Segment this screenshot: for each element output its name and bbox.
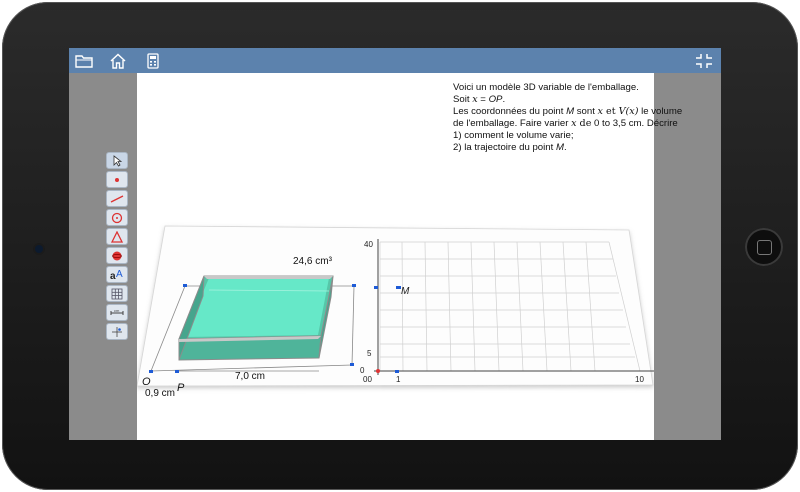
collapse-icon[interactable] (693, 51, 715, 70)
tool-palette: aA cm (106, 152, 128, 342)
scene-3d: 40 5 0 00 1 10 M 24,6 cm³ 7,0 cm O 0,9 c… (137, 225, 654, 399)
svg-text:A: A (116, 269, 123, 280)
polygon-tool-icon[interactable] (106, 228, 128, 245)
y-tick-0: 0 (360, 366, 365, 375)
app-screen: aA cm Voici un modèle 3D variable de l'e… (69, 48, 721, 440)
pointer-tool-icon[interactable] (106, 152, 128, 169)
x-tick-10: 10 (635, 375, 644, 384)
text-tool-icon[interactable]: aA (106, 266, 128, 283)
line-tool-icon[interactable] (106, 190, 128, 207)
graph-tool-icon[interactable] (106, 323, 128, 340)
calculator-icon[interactable] (142, 51, 164, 70)
solid-tool-icon[interactable] (106, 247, 128, 264)
x-axis-marker (395, 370, 399, 373)
top-toolbar (69, 48, 721, 73)
point-tool-icon[interactable] (106, 171, 128, 188)
home-button[interactable] (745, 228, 783, 266)
x-tick-1: 1 (396, 375, 401, 384)
length-label: 7,0 cm (235, 371, 265, 382)
geometry-canvas[interactable]: Voici un modèle 3D variable de l'emballa… (137, 73, 682, 440)
y-axis-marker (374, 286, 378, 289)
box-model[interactable] (178, 275, 334, 361)
height-label: 0,9 cm (145, 388, 175, 399)
home-icon[interactable] (107, 51, 129, 70)
origin-label: O (142, 376, 151, 388)
x-tick-00: 00 (363, 375, 372, 384)
y-tick-5: 5 (367, 349, 372, 358)
svg-text:cm: cm (114, 308, 120, 313)
point-M-label: M (401, 286, 410, 297)
measure-tool-icon[interactable]: cm (106, 304, 128, 321)
folder-icon[interactable] (73, 51, 95, 70)
point-O (149, 370, 153, 373)
point-P (175, 370, 179, 373)
volume-label: 24,6 cm³ (293, 256, 333, 267)
graph-origin-point (376, 369, 380, 373)
grid-tool-icon[interactable] (106, 285, 128, 302)
y-tick-40: 40 (364, 240, 373, 249)
point-P-label: P (177, 382, 185, 394)
camera (35, 245, 43, 253)
circle-tool-icon[interactable] (106, 209, 128, 226)
